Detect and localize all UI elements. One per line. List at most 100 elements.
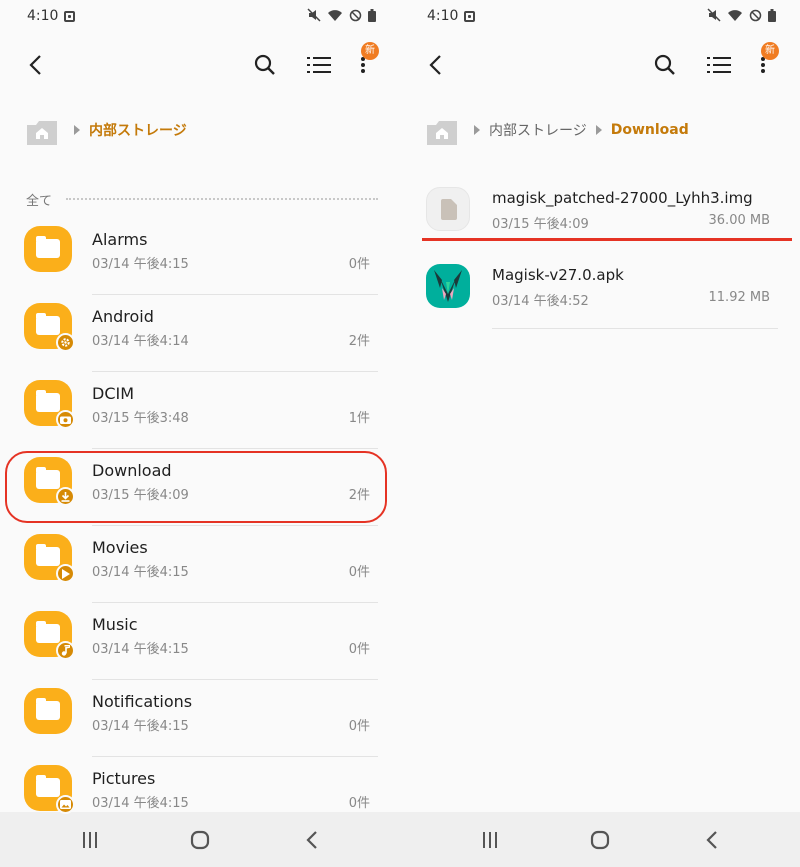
list-icon bbox=[307, 57, 331, 73]
navigation-bar bbox=[0, 812, 400, 867]
notification-icon bbox=[464, 11, 475, 22]
folder-count: 0件 bbox=[348, 642, 370, 657]
nav-back-icon bbox=[306, 831, 317, 849]
folder-icon bbox=[24, 226, 72, 272]
section-divider bbox=[66, 198, 378, 200]
file-name: magisk_patched-27000_Lyhh3.img bbox=[492, 189, 753, 207]
breadcrumb-item-internal-storage[interactable]: 内部ストレージ bbox=[489, 120, 587, 140]
folder-date: 03/14 午後4:15 bbox=[92, 642, 189, 657]
home-icon[interactable] bbox=[26, 115, 58, 145]
magisk-app-icon bbox=[426, 264, 470, 308]
folder-name: Music bbox=[92, 615, 138, 634]
home-button[interactable] bbox=[186, 829, 214, 851]
app-bar: 新 bbox=[0, 40, 400, 90]
folder-icon bbox=[24, 688, 72, 734]
list-view-button[interactable] bbox=[304, 50, 334, 80]
home-circle-icon bbox=[190, 830, 210, 850]
status-time: 4:10 bbox=[27, 8, 59, 24]
search-icon bbox=[654, 54, 675, 75]
breadcrumb-separator bbox=[74, 125, 80, 135]
folder-date: 03/14 午後4:15 bbox=[92, 257, 189, 272]
breadcrumb: 内部ストレージ Download bbox=[426, 114, 780, 146]
nav-back-button[interactable] bbox=[298, 829, 326, 851]
status-icons bbox=[707, 8, 776, 22]
img-file-underline-annotation bbox=[422, 238, 792, 241]
back-button[interactable] bbox=[20, 50, 50, 80]
gear-icon bbox=[56, 333, 75, 352]
folder-date: 03/14 午後4:15 bbox=[92, 796, 189, 811]
image-icon bbox=[56, 795, 75, 814]
chevron-left-icon bbox=[429, 55, 441, 75]
folder-count: 0件 bbox=[348, 719, 370, 734]
right-screen: 4:10 新 内部ストレージ Download magisk_patched-2… bbox=[400, 0, 800, 867]
breadcrumb-item-download[interactable]: Download bbox=[611, 122, 689, 138]
folder-date: 03/14 午後4:15 bbox=[92, 565, 189, 580]
breadcrumb-separator bbox=[474, 125, 480, 135]
recent-apps-icon bbox=[83, 832, 97, 848]
list-view-button[interactable] bbox=[704, 50, 734, 80]
status-bar: 4:10 bbox=[0, 0, 400, 34]
status-bar: 4:10 bbox=[400, 0, 800, 34]
folder-count: 0件 bbox=[348, 796, 370, 811]
folder-count: 2件 bbox=[348, 334, 370, 349]
download-highlight-annotation bbox=[5, 451, 387, 523]
folder-name: Pictures bbox=[92, 769, 156, 788]
navigation-bar bbox=[400, 812, 800, 867]
search-icon bbox=[254, 54, 275, 75]
file-name: Magisk-v27.0.apk bbox=[492, 266, 624, 284]
more-options-button[interactable]: 新 bbox=[748, 42, 779, 80]
breadcrumb-item-internal-storage[interactable]: 内部ストレージ bbox=[89, 120, 187, 140]
search-button[interactable] bbox=[250, 50, 280, 80]
folder-row-dcim[interactable]: DCIM 03/15 午後3:48 1件 bbox=[0, 372, 400, 449]
list-icon bbox=[707, 57, 731, 73]
notification-icon bbox=[64, 11, 75, 22]
section-header-all: 全て bbox=[26, 188, 378, 210]
folder-row-android[interactable]: Android 03/14 午後4:14 2件 bbox=[0, 295, 400, 372]
nav-back-icon bbox=[706, 831, 717, 849]
recent-apps-icon bbox=[483, 832, 497, 848]
search-button[interactable] bbox=[650, 50, 680, 80]
document-icon bbox=[426, 187, 470, 231]
folder-name: Movies bbox=[92, 538, 148, 557]
music-note-icon bbox=[56, 641, 75, 660]
home-button[interactable] bbox=[586, 829, 614, 851]
folder-count: 1件 bbox=[348, 411, 370, 426]
play-icon bbox=[56, 564, 75, 583]
home-circle-icon bbox=[590, 830, 610, 850]
file-date: 03/14 午後4:52 bbox=[492, 294, 589, 309]
mute-icon bbox=[707, 8, 721, 22]
section-label: 全て bbox=[26, 193, 53, 209]
folder-date: 03/15 午後3:48 bbox=[92, 411, 189, 426]
blocked-icon bbox=[349, 9, 362, 21]
nav-back-button[interactable] bbox=[698, 829, 726, 851]
folder-date: 03/14 午後4:15 bbox=[92, 719, 189, 734]
folder-row-notifications[interactable]: Notifications 03/14 午後4:15 0件 bbox=[0, 680, 400, 757]
recent-apps-button[interactable] bbox=[476, 829, 504, 851]
new-badge: 新 bbox=[761, 42, 779, 60]
chevron-left-icon bbox=[29, 55, 41, 75]
mute-icon bbox=[307, 8, 321, 22]
battery-icon bbox=[368, 8, 376, 22]
folder-row-music[interactable]: Music 03/14 午後4:15 0件 bbox=[0, 603, 400, 680]
back-button[interactable] bbox=[420, 50, 450, 80]
status-icons bbox=[307, 8, 376, 22]
breadcrumb-separator bbox=[595, 125, 602, 135]
new-badge: 新 bbox=[361, 42, 379, 60]
more-options-button[interactable]: 新 bbox=[348, 42, 379, 80]
folder-count: 0件 bbox=[348, 565, 370, 580]
file-size: 36.00 MB bbox=[708, 213, 770, 228]
file-row-apk[interactable]: Magisk-v27.0.apk 03/14 午後4:52 11.92 MB bbox=[400, 252, 800, 329]
recent-apps-button[interactable] bbox=[76, 829, 104, 851]
folder-name: Android bbox=[92, 307, 154, 326]
folder-row-movies[interactable]: Movies 03/14 午後4:15 0件 bbox=[0, 526, 400, 603]
folder-count: 0件 bbox=[348, 257, 370, 272]
status-time: 4:10 bbox=[427, 8, 459, 24]
folder-name: Alarms bbox=[92, 230, 148, 249]
home-icon[interactable] bbox=[426, 115, 458, 145]
folder-row-alarms[interactable]: Alarms 03/14 午後4:15 0件 bbox=[0, 218, 400, 295]
folder-name: Notifications bbox=[92, 692, 193, 711]
file-size: 11.92 MB bbox=[708, 290, 770, 305]
wifi-icon bbox=[328, 9, 342, 21]
battery-icon bbox=[768, 8, 776, 22]
breadcrumb: 内部ストレージ bbox=[26, 114, 380, 146]
